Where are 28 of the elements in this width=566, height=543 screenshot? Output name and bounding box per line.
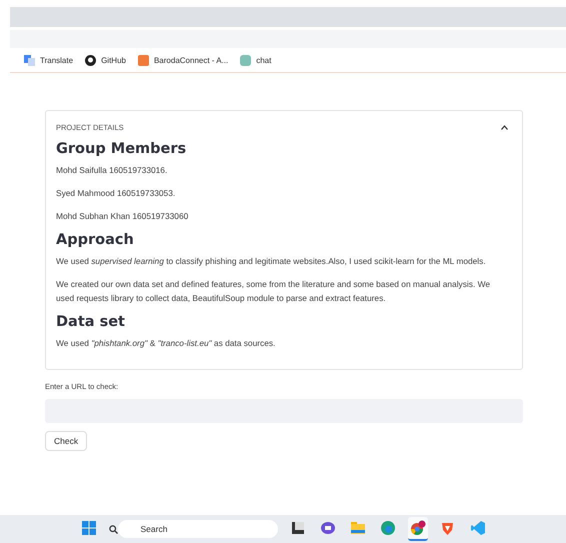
edge-icon	[380, 521, 394, 535]
bookmark-link[interactable]: chat	[240, 54, 272, 66]
bank-icon	[138, 54, 149, 66]
folder-icon	[350, 522, 364, 534]
lion-shield-icon	[441, 521, 454, 535]
paragraph: Syed Mahmood 160519733053.	[56, 187, 176, 200]
chrome-icon	[410, 520, 426, 536]
paragraph: We used supervised learning to classify phishing and legitimate websites.Also, I used scikit-learn for the ML models.	[56, 255, 487, 268]
section-heading: Approach	[56, 232, 135, 248]
taskbar-app-button[interactable]	[408, 517, 428, 541]
bookmark-link[interactable]: GitHub	[85, 54, 126, 66]
check-button[interactable]: Check	[45, 431, 88, 451]
paragraph: We created our own data set and defined features, some from the literature and some based on manual analysis. We used requests library to collect data, BeautifulSoup module to parse and extract features.	[56, 278, 492, 305]
bookmark-link[interactable]: Translate	[24, 54, 74, 66]
paragraph: We used "phishtank.org" & "tranco-list.eu" as data sources.	[56, 337, 276, 350]
chevron-up-icon	[500, 124, 508, 130]
section-heading: Data set	[56, 314, 126, 330]
paragraph: Mohd Saifulla 160519733016.	[56, 164, 168, 177]
search-icon	[108, 524, 118, 534]
translate-icon	[24, 54, 35, 66]
task-view-icon	[292, 522, 304, 534]
section-heading: Group Members	[56, 141, 188, 157]
bookmark-link[interactable]: BarodaConnect - A...	[138, 54, 228, 66]
code-editor-icon	[470, 521, 484, 535]
video-chat-icon	[320, 522, 334, 534]
chat-icon	[240, 54, 252, 66]
paragraph: Mohd Subhan Khan 160519733060	[56, 210, 190, 223]
windows-icon	[82, 521, 96, 535]
